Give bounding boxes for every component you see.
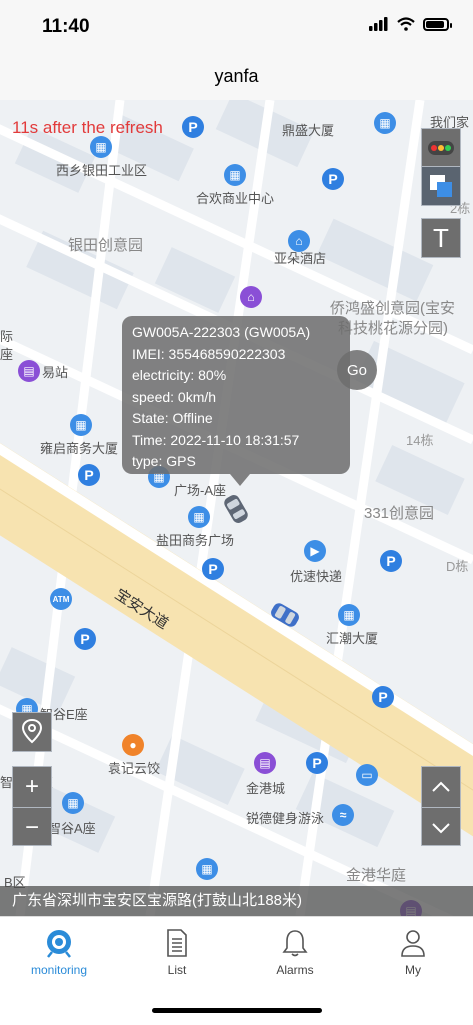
battery-icon [423, 17, 452, 31]
chevron-down-icon [432, 822, 450, 833]
bell-icon [282, 930, 308, 957]
zoom-in-button[interactable]: + [13, 767, 51, 807]
place-label: 金港华庭 [346, 867, 407, 884]
home-indicator [152, 1008, 322, 1013]
shop-icon: ▤ [254, 752, 276, 774]
device-time: Time: 2022-11-10 18:31:57 [132, 431, 300, 448]
text-icon: T [433, 222, 449, 253]
vehicle-info-popup: GW005A-222303 (GW005A) IMEI: 35546859022… [122, 316, 350, 486]
building-icon: ▦ [374, 112, 396, 134]
tab-label: Alarms [276, 963, 314, 977]
place-label: 汇潮大厦 [326, 631, 379, 646]
parking-icon: P [306, 752, 328, 774]
page-title: yanfa [214, 66, 259, 86]
device-speed: speed: 0km/h [132, 388, 217, 405]
place-label: 锐德健身游泳 [246, 811, 325, 826]
monitoring-icon [47, 930, 71, 958]
go-button[interactable]: Go [337, 350, 377, 390]
swim-icon: ≈ [332, 804, 354, 826]
nav-bar: yanfa [0, 52, 473, 100]
zoom-control: + − [12, 766, 52, 846]
status-icons [369, 17, 452, 31]
status-time: 11:40 [42, 16, 90, 37]
bus-icon: ▭ [356, 764, 378, 786]
layers-button[interactable] [421, 166, 461, 206]
my-location-button[interactable] [12, 712, 52, 752]
device-imei: IMEI: 355468590222303 [132, 345, 286, 362]
building-icon: ▦ [196, 858, 218, 880]
vehicle-marker[interactable] [268, 600, 302, 630]
place-label: D栋 [446, 559, 469, 574]
arrow-up-button[interactable] [422, 767, 460, 807]
tab-monitoring[interactable]: monitoring [0, 927, 118, 977]
tab-alarms[interactable]: Alarms [236, 927, 354, 977]
place-label: 14栋 [406, 433, 434, 448]
map-view[interactable]: 西乡银田工业区 合欢商业中心 鼎盛大厦 银田创意园 亚朵酒店 侨鸿盛创意园(宝安… [0, 100, 473, 916]
place-label: 侨鸿盛创意园(宝安 [330, 300, 455, 317]
wifi-icon [397, 17, 415, 31]
layers-icon [430, 175, 452, 197]
signal-icon [369, 17, 388, 31]
place-label: 智谷A座 [48, 821, 96, 836]
truck-icon: ▶ [304, 540, 326, 562]
building-icon: ▦ [90, 136, 112, 158]
tab-label: monitoring [30, 963, 88, 977]
zoom-out-button[interactable]: − [13, 807, 51, 848]
parking-icon: P [202, 558, 224, 580]
parking-icon: P [372, 686, 394, 708]
place-label: 合欢商业中心 [196, 191, 275, 206]
parking-icon: P [74, 628, 96, 650]
hotel-icon: ⌂ [288, 230, 310, 252]
building-icon: ▦ [338, 604, 360, 626]
tab-my[interactable]: My [354, 927, 472, 977]
location-pin-icon [21, 718, 43, 744]
vehicle-marker-offline[interactable] [222, 492, 250, 526]
place-label: 西乡银田工业区 [56, 163, 148, 178]
address-bar: 广东省深圳市宝安区宝源路(打鼓山北188米) [0, 886, 473, 916]
device-name: GW005A-222303 (GW005A) [132, 324, 311, 340]
traffic-icon [428, 141, 454, 155]
place-label: 际 [0, 329, 14, 344]
place-label: 科技桃花源分园) [338, 320, 448, 337]
building-icon: ▦ [188, 506, 210, 528]
person-icon [401, 930, 425, 957]
building-icon: ▦ [70, 414, 92, 436]
parking-icon: P [182, 116, 204, 138]
device-electricity: electricity: 80% [132, 367, 227, 383]
place-label: 优速快递 [290, 569, 343, 584]
scroll-arrows-group [421, 766, 461, 846]
building-icon: ▦ [62, 792, 84, 814]
place-label: 银田创意园 [68, 237, 144, 254]
place-label: 易站 [42, 365, 69, 380]
place-label: 盐田商务广场 [156, 533, 235, 548]
place-label: 雍启商务大厦 [40, 441, 119, 456]
place-label: 金港城 [246, 781, 286, 796]
chevron-up-icon [432, 781, 450, 792]
place-label: 座 [0, 347, 14, 362]
status-bar: 11:40 [0, 0, 473, 52]
device-state: State: Offline [132, 410, 213, 426]
tab-list[interactable]: List [118, 927, 236, 977]
text-label-button[interactable]: T [421, 218, 461, 258]
tab-label: My [405, 963, 421, 977]
place-label: 广场-A座 [174, 483, 227, 498]
parking-icon: P [78, 464, 100, 486]
hotel-icon: ⌂ [240, 286, 262, 308]
list-icon [167, 929, 187, 957]
parking-icon: P [380, 550, 402, 572]
place-label: 袁记云饺 [108, 761, 161, 776]
atm-icon: ATM [50, 588, 72, 610]
arrow-down-button[interactable] [422, 807, 460, 847]
shop-icon: ▤ [18, 360, 40, 382]
tab-label: List [167, 963, 187, 977]
restaurant-icon: ● [122, 734, 144, 756]
place-label: 鼎盛大厦 [282, 123, 335, 138]
place-label: 331创意园 [364, 505, 435, 522]
building-icon: ▦ [224, 164, 246, 186]
traffic-button[interactable] [421, 128, 461, 168]
parking-icon: P [322, 168, 344, 190]
refresh-countdown: 11s after the refresh [12, 118, 163, 137]
device-type: type: GPS [132, 453, 196, 469]
